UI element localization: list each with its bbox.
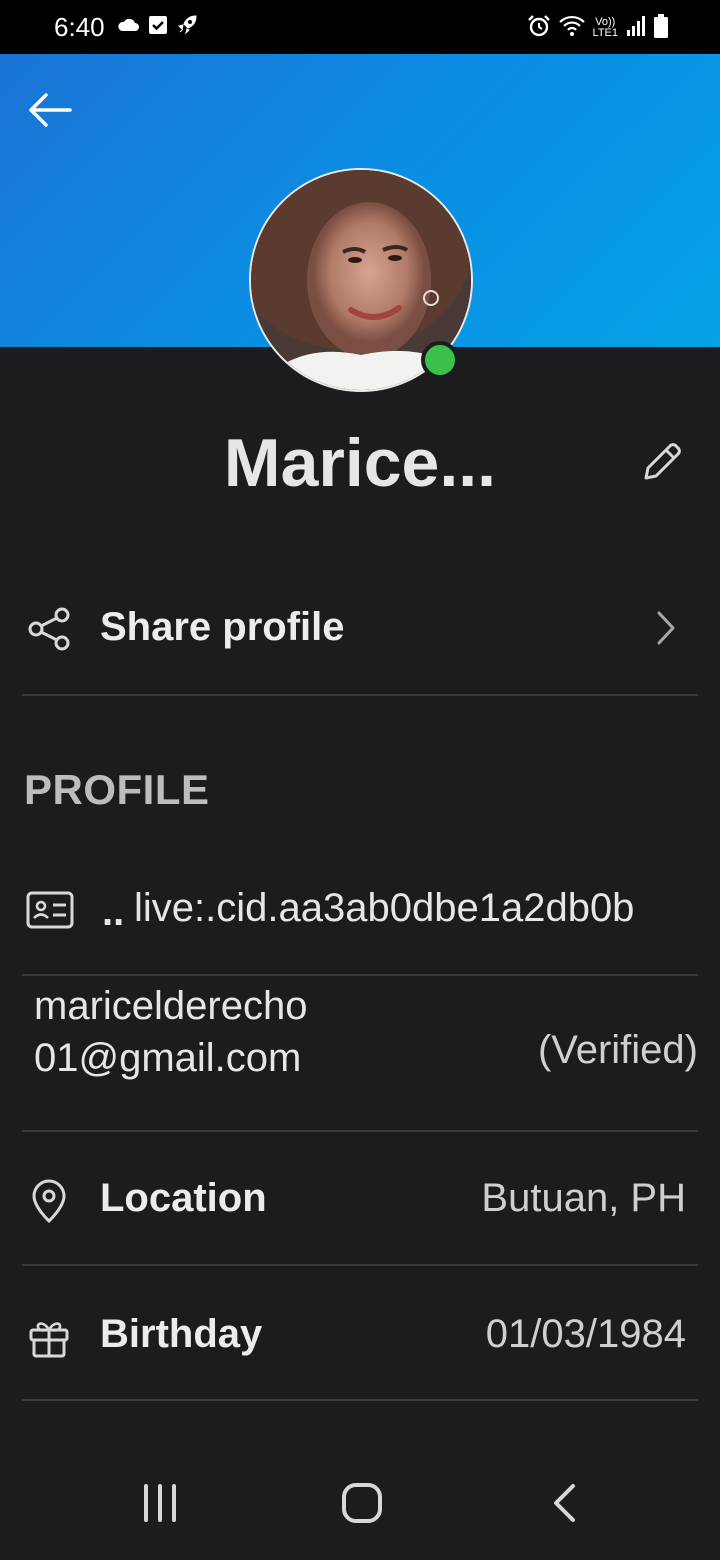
arrow-left-icon [28,92,72,133]
location-pin-icon [26,1178,72,1229]
birthday-value: 01/03/1984 [485,1312,686,1356]
share-profile-row[interactable]: Share profile [22,560,698,696]
profile-section-title: PROFILE [24,766,210,813]
id-prefix: .. [102,890,125,934]
chevron-right-icon [656,610,676,651]
location-row[interactable]: Location Butuan, PH [22,1132,698,1266]
volte-top-label: Vo)) [595,15,616,28]
gift-icon [26,1314,72,1365]
cloud-icon [116,17,140,38]
recent-apps-icon [140,1483,180,1527]
birthday-label: Birthday [100,1312,263,1356]
birthday-row[interactable]: Birthday 01/03/1984 [22,1266,698,1401]
back-button[interactable] [22,84,78,140]
home-icon [341,1482,383,1529]
status-left-icons [116,14,198,41]
status-bar: 6:40 Vo)) LTE1 [0,0,720,54]
email-verified-status: (Verified) [537,1028,698,1072]
system-nav-bar [0,1450,720,1560]
back-icon [551,1483,577,1528]
skype-id-row[interactable]: .. live:.cid.aa3ab0dbe1a2db0b [22,846,698,976]
email-row[interactable]: mariceldereсho01@gmail.com (Verified) [22,976,698,1132]
location-label: Location [100,1176,267,1220]
signal-icon [626,15,646,40]
email-value: mariceldereсho01@gmail.com [34,984,308,1080]
recent-apps-button[interactable] [130,1480,190,1530]
volte-bottom-label: LTE1 [592,26,618,39]
status-time: 6:40 [54,12,105,42]
home-button[interactable] [332,1480,392,1530]
pencil-icon [638,438,686,491]
volte-icon: Vo)) LTE1 [592,15,618,39]
wifi-icon [558,15,585,40]
share-profile-label: Share profile [100,605,345,649]
checkbox-icon [148,15,168,40]
location-value: Butuan, PH [481,1176,686,1220]
battery-icon [654,14,668,41]
nav-back-button[interactable] [534,1480,594,1530]
rocket-icon [176,14,198,41]
online-status-indicator [421,341,459,379]
id-card-icon [26,890,74,935]
status-right-icons: Vo)) LTE1 [527,14,668,41]
profile-name: Marice... [223,425,497,501]
skype-id-value: live:.cid.aa3ab0dbe1a2db0b [134,886,635,930]
edit-profile-button[interactable] [632,434,692,494]
alarm-icon [527,14,551,41]
share-icon [26,606,72,657]
